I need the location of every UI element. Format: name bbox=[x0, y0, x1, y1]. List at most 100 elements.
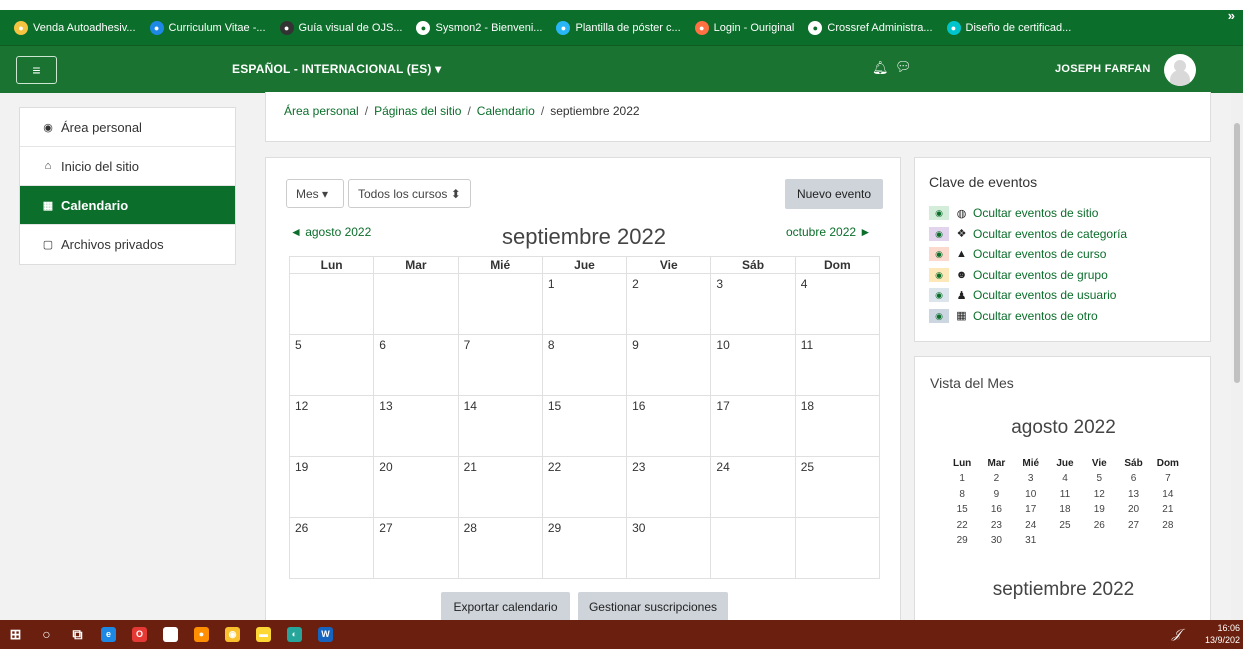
calendar-day-cell[interactable]: 10 bbox=[710, 334, 796, 396]
opera-icon[interactable]: O bbox=[124, 620, 155, 649]
system-clock[interactable]: 16:06 13/9/202 bbox=[1202, 622, 1240, 646]
event-key-toggle-link[interactable]: Ocultar eventos de grupo bbox=[973, 268, 1108, 282]
mini-day-cell[interactable]: 13 bbox=[1116, 487, 1150, 503]
breadcrumb-link[interactable]: Páginas del sitio bbox=[374, 104, 461, 118]
bell-icon[interactable]: 🔔︎ bbox=[872, 60, 889, 76]
eye-icon[interactable]: ◉ bbox=[929, 206, 949, 221]
windows-start-icon[interactable]: ⊞ bbox=[0, 620, 31, 649]
calendar-day-cell[interactable]: 24 bbox=[710, 456, 796, 518]
mini-day-cell[interactable]: 27 bbox=[1116, 518, 1150, 534]
bookmark-item[interactable]: ● Plantilla de póster c... bbox=[550, 17, 686, 39]
pen-icon[interactable]: 𝒥 bbox=[1172, 626, 1181, 642]
mini-day-cell[interactable]: 25 bbox=[1048, 518, 1082, 534]
menu-toggle-button[interactable]: ≡ bbox=[16, 56, 57, 84]
mini-day-cell[interactable]: 23 bbox=[979, 518, 1013, 534]
calendar-day-cell[interactable]: 3 bbox=[710, 273, 796, 335]
new-event-button[interactable]: Nuevo evento bbox=[785, 179, 883, 209]
bookmark-item[interactable]: ● Diseño de certificad... bbox=[941, 17, 1078, 39]
mini-calendar-title-next[interactable]: septiembre 2022 bbox=[915, 579, 1212, 601]
calendar-day-cell[interactable]: 12 bbox=[288, 395, 375, 457]
sidebar-item-calendario[interactable]: ▦ Calendario bbox=[20, 186, 235, 225]
mini-calendar-title[interactable]: agosto 2022 bbox=[915, 417, 1212, 439]
avatar[interactable] bbox=[1164, 54, 1196, 86]
calendar-day-cell[interactable]: 20 bbox=[373, 456, 459, 518]
mini-day-cell[interactable]: 6 bbox=[1116, 471, 1150, 487]
mini-day-cell[interactable]: 14 bbox=[1151, 487, 1185, 503]
eye-icon[interactable]: ◉ bbox=[929, 288, 949, 303]
user-menu-name[interactable]: JOSEPH FARFAN bbox=[1055, 63, 1151, 75]
eye-icon[interactable]: ◉ bbox=[929, 267, 949, 282]
file-explorer-icon[interactable]: ▬ bbox=[248, 620, 279, 649]
chrome-alt-icon[interactable]: ◐ bbox=[279, 620, 310, 649]
language-menu[interactable]: ESPAÑOL - INTERNACIONAL (ES) ▾ bbox=[232, 62, 441, 76]
bookmark-item[interactable]: ● Guía visual de OJS... bbox=[274, 17, 409, 39]
calendar-day-cell[interactable]: 13 bbox=[373, 395, 459, 457]
bookmark-item[interactable]: ● Sysmon2 - Bienveni... bbox=[410, 17, 548, 39]
mini-day-cell[interactable]: 1 bbox=[945, 471, 979, 487]
calendar-day-cell[interactable]: 9 bbox=[626, 334, 712, 396]
task-view-icon[interactable]: ⧉ bbox=[62, 620, 93, 649]
scrollbar-thumb[interactable] bbox=[1234, 123, 1240, 383]
calendar-day-cell[interactable]: 15 bbox=[541, 395, 628, 457]
chrome-icon[interactable]: ◉ bbox=[217, 620, 248, 649]
mini-day-cell[interactable]: 17 bbox=[1014, 502, 1048, 518]
firefox-icon[interactable]: ● bbox=[186, 620, 217, 649]
bookmark-item[interactable]: ● Venda Autoadhesiv... bbox=[8, 17, 142, 39]
breadcrumb-link[interactable]: Área personal bbox=[284, 104, 359, 118]
mini-day-cell[interactable]: 9 bbox=[979, 487, 1013, 503]
eye-icon[interactable]: ◉ bbox=[929, 308, 949, 323]
mini-day-cell[interactable]: 19 bbox=[1082, 502, 1116, 518]
mini-day-cell[interactable]: 26 bbox=[1082, 518, 1116, 534]
mini-day-cell[interactable]: 29 bbox=[945, 533, 979, 549]
calendar-day-cell[interactable]: 6 bbox=[373, 334, 459, 396]
mini-day-cell[interactable]: 16 bbox=[979, 502, 1013, 518]
mini-day-cell[interactable]: 22 bbox=[945, 518, 979, 534]
calendar-day-cell[interactable]: 25 bbox=[794, 456, 881, 518]
event-key-toggle-link[interactable]: Ocultar eventos de curso bbox=[973, 247, 1106, 261]
mini-day-cell[interactable]: 28 bbox=[1151, 518, 1185, 534]
mini-day-cell[interactable]: 12 bbox=[1082, 487, 1116, 503]
word-icon[interactable]: W bbox=[310, 620, 341, 649]
bookmark-item[interactable]: ● Login - Ouriginal bbox=[689, 17, 801, 39]
calendar-day-cell[interactable]: 29 bbox=[541, 517, 628, 579]
page-scrollbar[interactable] bbox=[1231, 93, 1243, 620]
calendar-day-cell[interactable]: 27 bbox=[373, 517, 459, 579]
bookmarks-more-button[interactable]: » bbox=[1228, 8, 1235, 23]
export-calendar-button[interactable]: Exportar calendario bbox=[441, 592, 570, 622]
mini-day-cell[interactable]: 3 bbox=[1014, 471, 1048, 487]
event-key-toggle-link[interactable]: Ocultar eventos de sitio bbox=[973, 206, 1098, 220]
calendar-day-cell[interactable]: 5 bbox=[288, 334, 375, 396]
sidebar-item-área-personal[interactable]: ◉ Área personal bbox=[20, 108, 235, 147]
calendar-day-cell[interactable]: 1 bbox=[541, 273, 628, 335]
mini-day-cell[interactable]: 20 bbox=[1116, 502, 1150, 518]
mini-day-cell[interactable]: 5 bbox=[1082, 471, 1116, 487]
eye-icon[interactable]: ◉ bbox=[929, 226, 949, 241]
calendar-day-cell[interactable]: 7 bbox=[457, 334, 543, 396]
manage-subscriptions-button[interactable]: Gestionar suscripciones bbox=[578, 592, 728, 622]
chat-icon[interactable]: 💬︎ bbox=[895, 59, 912, 75]
event-key-toggle-link[interactable]: Ocultar eventos de otro bbox=[973, 309, 1098, 323]
next-month-link[interactable]: octubre 2022 ► bbox=[786, 225, 871, 239]
event-key-toggle-link[interactable]: Ocultar eventos de usuario bbox=[973, 288, 1116, 302]
calendar-day-cell[interactable]: 17 bbox=[710, 395, 796, 457]
calendar-day-cell[interactable]: 23 bbox=[626, 456, 712, 518]
calendar-day-cell[interactable]: 18 bbox=[794, 395, 881, 457]
calendar-day-cell[interactable]: 8 bbox=[541, 334, 628, 396]
edge-icon[interactable]: e bbox=[93, 620, 124, 649]
sidebar-item-archivos-privados[interactable]: ▢ Archivos privados bbox=[20, 225, 235, 264]
calendar-day-cell[interactable]: 14 bbox=[457, 395, 543, 457]
breadcrumb-link[interactable]: Calendario bbox=[477, 104, 535, 118]
search-icon[interactable]: ○ bbox=[31, 620, 62, 649]
bookmark-item[interactable]: ● Crossref Administra... bbox=[802, 17, 938, 39]
sidebar-item-inicio-del-sitio[interactable]: ⌂ Inicio del sitio bbox=[20, 147, 235, 186]
course-select[interactable]: Todos los cursos ⬍ bbox=[348, 179, 471, 208]
mini-day-cell[interactable]: 7 bbox=[1151, 471, 1185, 487]
mini-day-cell[interactable]: 24 bbox=[1014, 518, 1048, 534]
calendar-day-cell[interactable]: 16 bbox=[626, 395, 712, 457]
mini-day-cell[interactable]: 10 bbox=[1014, 487, 1048, 503]
mini-day-cell[interactable]: 18 bbox=[1048, 502, 1082, 518]
calendar-day-cell[interactable]: 30 bbox=[626, 517, 712, 579]
calendar-day-cell[interactable]: 28 bbox=[457, 517, 543, 579]
calendar-day-cell[interactable]: 19 bbox=[288, 456, 375, 518]
mini-day-cell[interactable]: 31 bbox=[1014, 533, 1048, 549]
